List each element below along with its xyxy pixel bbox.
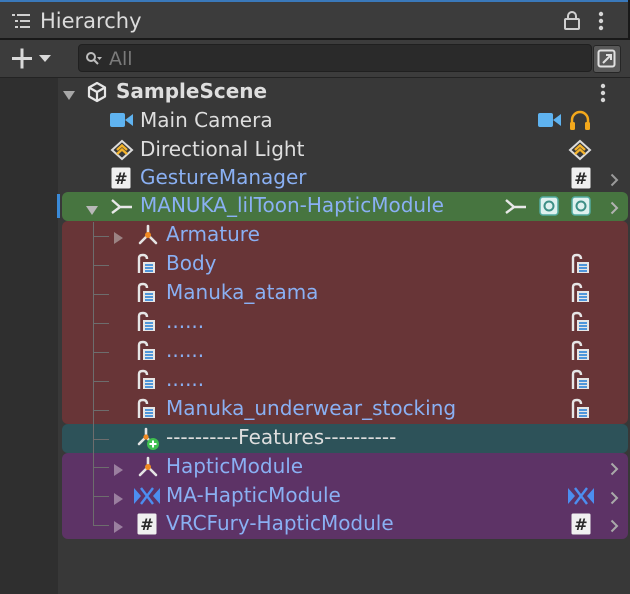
tree-item-ma-haptic-module[interactable]: MA-HapticModule: [58, 482, 630, 511]
scene-pick-icon: [597, 49, 616, 68]
plus-dropdown-icon: [12, 48, 51, 69]
scene-label: SampleScene: [116, 79, 268, 103]
tree-item-label: VRCFury-HapticModule: [166, 511, 394, 535]
search-field[interactable]: [78, 44, 592, 72]
audio-listener-icon[interactable]: [568, 110, 592, 136]
scene-row[interactable]: SampleScene: [58, 78, 630, 107]
tree-item-manuka-avatar[interactable]: MANUKA_lilToon-HapticModule: [58, 192, 630, 221]
tree-item-features-separator[interactable]: ----------Features----------: [58, 424, 630, 453]
add-object-button[interactable]: [10, 46, 60, 72]
tab-bar: Hierarchy: [0, 0, 630, 40]
skinned-mesh-icon: [136, 282, 158, 308]
hierarchy-list-icon: [12, 13, 32, 33]
armature-icon: [136, 456, 160, 482]
svg-text:#: #: [574, 515, 587, 534]
tree-item-label: ----------Features----------: [166, 425, 397, 449]
camera-icon: [110, 112, 134, 132]
skinned-mesh-icon: [136, 340, 158, 366]
skinned-mesh-icon: [136, 253, 158, 279]
tree-item-ellipsis[interactable]: ......: [58, 308, 630, 337]
collapsed-arrow-icon[interactable]: [114, 461, 124, 480]
kebab-menu-icon[interactable]: [597, 11, 605, 35]
scene-pick-button[interactable]: [593, 45, 621, 73]
svg-text:#: #: [574, 169, 587, 188]
avatar-root-icon: [110, 196, 134, 220]
tree-item-label: HapticModule: [166, 454, 304, 478]
chevron-right-icon[interactable]: [610, 172, 619, 191]
tree-item-vrcfury-haptic-module[interactable]: # VRCFury-HapticModule #: [58, 510, 630, 539]
hierarchy-toolbar: [0, 40, 630, 78]
tree-item-main-camera[interactable]: Main Camera: [58, 107, 630, 136]
search-input[interactable]: [107, 47, 581, 71]
tree-item-ellipsis[interactable]: ......: [58, 366, 630, 395]
skinned-mesh-icon[interactable]: [570, 311, 592, 337]
chevron-right-icon[interactable]: [610, 461, 619, 480]
tab-hierarchy[interactable]: Hierarchy: [0, 0, 628, 38]
collapsed-arrow-icon[interactable]: [114, 490, 124, 509]
tree-item-label: ......: [166, 309, 205, 333]
light-icon: [110, 139, 134, 165]
tree-item-ellipsis[interactable]: ......: [58, 337, 630, 366]
skinned-mesh-icon: [136, 369, 158, 395]
avatar-root-icon[interactable]: [504, 196, 528, 220]
svg-text:#: #: [140, 515, 153, 534]
kebab-menu-icon[interactable]: [599, 83, 607, 107]
skinned-mesh-icon[interactable]: [570, 282, 592, 308]
tree-item-directional-light[interactable]: Directional Light: [58, 136, 630, 165]
collapsed-arrow-icon[interactable]: [114, 229, 124, 248]
component-icon[interactable]: [539, 196, 559, 220]
light-icon[interactable]: [568, 139, 592, 165]
skinned-mesh-icon: [136, 398, 158, 424]
component-icon[interactable]: [571, 196, 591, 220]
tree-item-label: MA-HapticModule: [166, 483, 341, 507]
modular-avatar-icon: [132, 485, 162, 511]
tree-item-haptic-module[interactable]: HapticModule: [58, 453, 630, 482]
chevron-right-icon[interactable]: [610, 200, 619, 219]
skinned-mesh-icon[interactable]: [570, 253, 592, 279]
tree-item-gesture-manager[interactable]: # GestureManager #: [58, 164, 630, 193]
collapsed-arrow-icon[interactable]: [114, 518, 124, 537]
tree-item-armature[interactable]: Armature: [58, 221, 630, 250]
tree-item-body[interactable]: Body: [58, 250, 630, 279]
script-icon: #: [137, 513, 157, 539]
armature-add-icon: [136, 427, 160, 455]
tree-item-label: Manuka_underwear_stocking: [166, 396, 457, 420]
skinned-mesh-icon[interactable]: [570, 398, 592, 424]
chevron-right-icon[interactable]: [610, 490, 619, 509]
tree-item-label: Armature: [166, 222, 260, 246]
tree-item-label: Directional Light: [140, 137, 305, 161]
skinned-mesh-icon[interactable]: [570, 340, 592, 366]
tab-title: Hierarchy: [40, 9, 142, 33]
svg-text:#: #: [114, 169, 127, 188]
camera-icon[interactable]: [538, 112, 562, 132]
script-icon[interactable]: #: [571, 513, 591, 539]
lock-icon[interactable]: [563, 10, 581, 34]
tree-item-manuka-underwear-stocking[interactable]: Manuka_underwear_stocking: [58, 395, 630, 424]
expand-arrow-icon[interactable]: [63, 86, 75, 105]
modular-avatar-icon[interactable]: [566, 485, 596, 511]
tree-item-label: ......: [166, 338, 205, 362]
tree-item-label: Body: [166, 251, 217, 275]
tree-item-label: Main Camera: [140, 108, 273, 132]
tree-gutter: [0, 78, 58, 594]
script-icon: #: [111, 167, 131, 193]
skinned-mesh-icon: [136, 311, 158, 337]
skinned-mesh-icon[interactable]: [570, 369, 592, 395]
search-icon: [85, 51, 103, 71]
tree-item-label: GestureManager: [140, 165, 307, 189]
expand-arrow-icon[interactable]: [86, 201, 98, 220]
tree-item-label: MANUKA_lilToon-HapticModule: [140, 193, 444, 217]
unity-scene-icon: [86, 81, 108, 107]
chevron-right-icon[interactable]: [610, 518, 619, 537]
tree-item-manuka-atama[interactable]: Manuka_atama: [58, 279, 630, 308]
tree-item-label: ......: [166, 367, 205, 391]
tree-item-label: Manuka_atama: [166, 280, 319, 304]
script-icon[interactable]: #: [571, 167, 591, 193]
armature-icon: [136, 224, 160, 250]
